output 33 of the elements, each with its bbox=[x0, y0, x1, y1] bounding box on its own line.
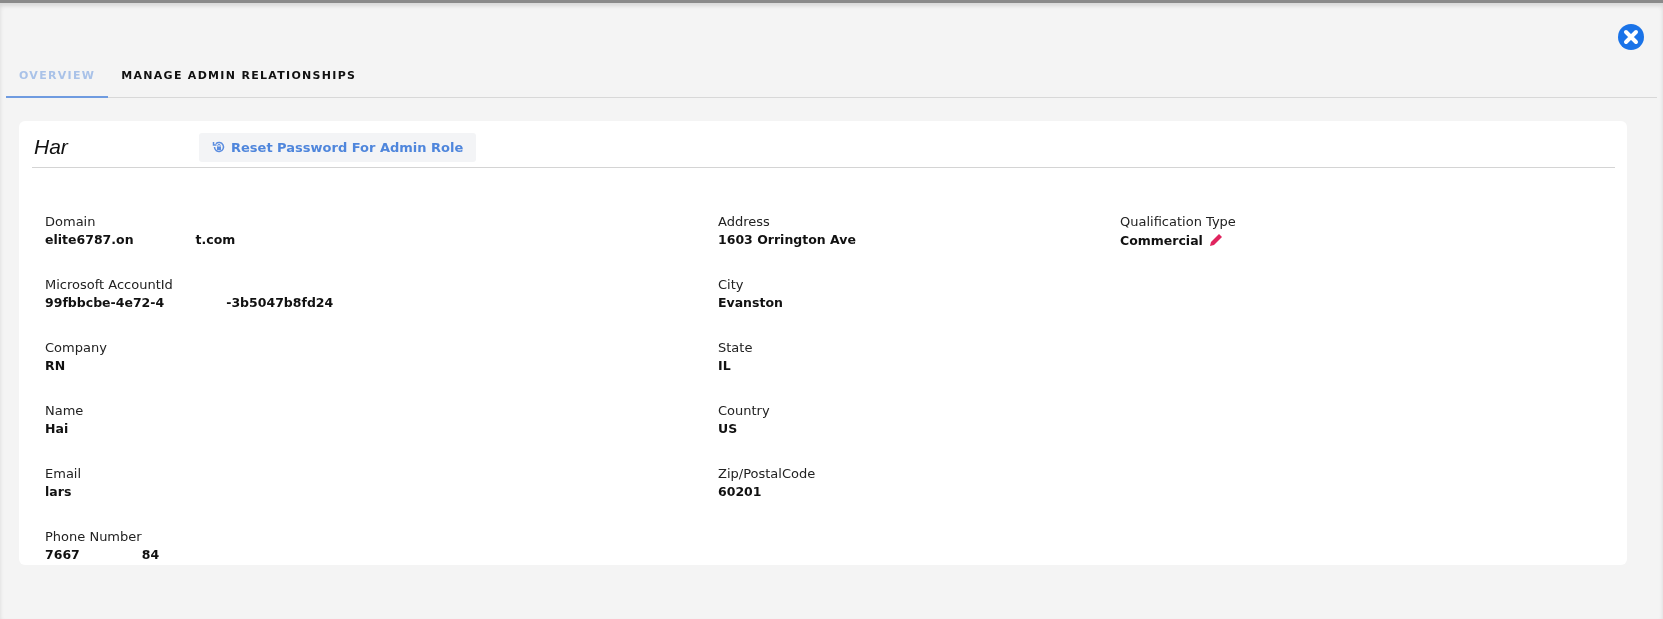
field-value: Hai bbox=[45, 421, 69, 436]
field-label: State bbox=[718, 340, 754, 355]
pencil-icon[interactable] bbox=[1207, 232, 1224, 248]
field-value: -3b5047b8fd24 bbox=[226, 295, 334, 310]
field-label: Domain bbox=[45, 214, 97, 229]
field-label: Company bbox=[45, 340, 108, 355]
field-value: Commercial bbox=[1120, 232, 1203, 248]
field-label: City bbox=[718, 277, 745, 292]
tab[interactable]: MANAGE ADMIN RELATIONSHIPS bbox=[108, 55, 370, 98]
field-label: Microsoft AccountId bbox=[45, 277, 174, 292]
field-label: Zip/PostalCode bbox=[718, 466, 817, 481]
reset-password-button[interactable]: Reset Password For Admin Role bbox=[199, 132, 477, 162]
field-value: Evanston bbox=[718, 295, 783, 310]
close-button[interactable] bbox=[1617, 23, 1645, 51]
account-title: Har bbox=[34, 135, 70, 159]
field-value: US bbox=[718, 421, 738, 436]
field-value: t.com bbox=[195, 232, 236, 247]
field-value: 84 bbox=[141, 547, 160, 562]
field-label: Email bbox=[45, 466, 83, 481]
field-value: 1603 Orrington Ave bbox=[718, 232, 856, 247]
field-value: 60201 bbox=[718, 484, 762, 499]
field-label: Name bbox=[45, 403, 85, 418]
field-label: Qualification Type bbox=[1120, 214, 1237, 229]
field-value: 7667 bbox=[45, 547, 80, 562]
field-value: elite6787.on bbox=[45, 232, 134, 247]
field-value: 99fbbcbe-4e72-4 bbox=[45, 295, 165, 310]
lock-reset-icon bbox=[212, 140, 226, 154]
field-value: RN bbox=[45, 358, 66, 373]
field-label: Address bbox=[718, 214, 771, 229]
field-label: Country bbox=[718, 403, 771, 418]
field-label: Phone Number bbox=[45, 529, 143, 544]
field-value: IL bbox=[718, 358, 731, 373]
field-value: lars bbox=[45, 484, 72, 499]
